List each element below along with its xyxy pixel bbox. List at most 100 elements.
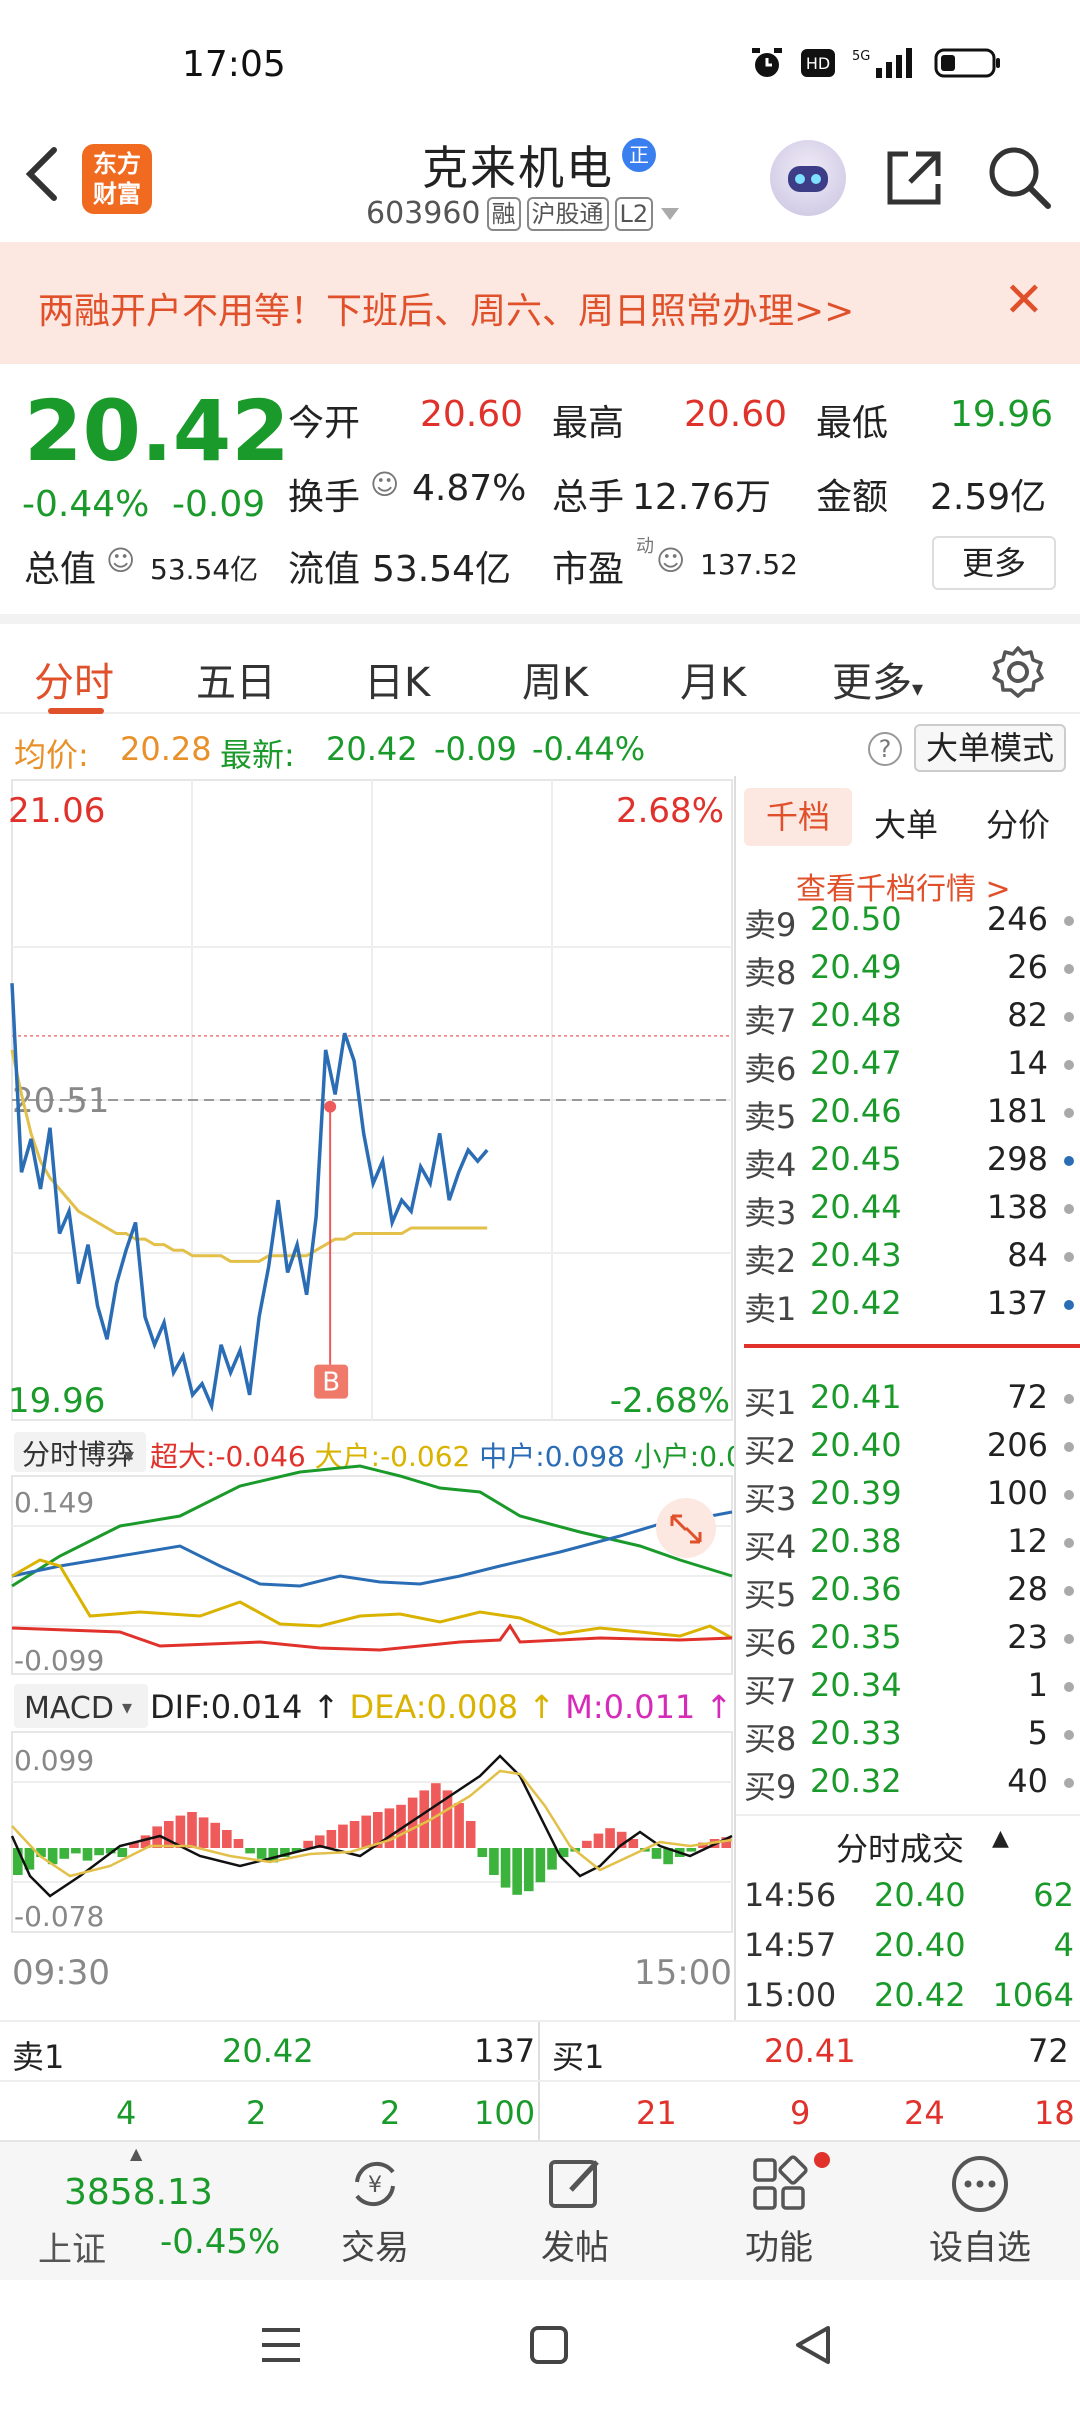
bid-price: 20.41	[810, 1378, 902, 1416]
macd-bar	[187, 1812, 197, 1848]
tab-big-order[interactable]: 大单	[874, 800, 938, 846]
macd-bar	[477, 1848, 488, 1857]
nav-trade[interactable]: ¥ 交易	[320, 2152, 430, 2272]
amount-label: 金额	[816, 477, 889, 518]
sell1-label: 卖1	[12, 2038, 65, 2076]
back-triangle-icon[interactable]	[790, 2322, 836, 2368]
ask-row[interactable]: 卖1 20.42 137	[744, 1284, 1074, 1332]
search-icon[interactable]	[986, 144, 1052, 210]
info-icon[interactable]: ☺	[370, 468, 399, 501]
bid-row[interactable]: 买4 20.38 12	[744, 1522, 1074, 1570]
back-button[interactable]	[22, 144, 62, 215]
ask-level: 卖9	[744, 906, 797, 944]
macd-dif-value: 0.014	[211, 1688, 303, 1726]
x-start-label: 09:30	[12, 1953, 110, 1993]
trades-expand-icon: ▲	[992, 1826, 1009, 1851]
bid-level: 买4	[744, 1528, 797, 1566]
bid-row[interactable]: 买5 20.36 28	[744, 1570, 1074, 1618]
share-icon[interactable]	[882, 146, 946, 210]
more-button[interactable]: 更多	[932, 536, 1056, 590]
queue-dot-icon	[1064, 1156, 1074, 1166]
trades-header[interactable]: 分时成交 ▲	[736, 1814, 1080, 1870]
ask-volume: 137	[986, 1284, 1048, 1322]
buy-queue-2: 9	[790, 2094, 811, 2132]
fund-legend-4-value: 0.010	[699, 1440, 734, 1473]
close-icon[interactable]: ✕	[1004, 272, 1044, 328]
ask-row[interactable]: 卖5 20.46 181	[744, 1092, 1074, 1140]
nav-functions[interactable]: 功能	[724, 2152, 834, 2272]
nav-post[interactable]: 发帖	[520, 2152, 630, 2272]
bid-row[interactable]: 买2 20.40 206	[744, 1426, 1074, 1474]
menu-icon[interactable]	[258, 2322, 304, 2368]
ask-level: 卖2	[744, 1242, 797, 1280]
ask-row[interactable]: 卖9 20.50 246	[744, 900, 1074, 948]
nav-add-watchlist[interactable]: 设自选	[920, 2152, 1040, 2272]
info-icon[interactable]: ☺	[656, 544, 685, 577]
open-label: 今开	[288, 403, 361, 444]
trade-price: 20.42	[874, 1976, 966, 2014]
tab-intraday[interactable]: 分时	[34, 650, 114, 708]
ask-price: 20.43	[810, 1236, 902, 1274]
tab-daily-k[interactable]: 日K	[364, 650, 430, 708]
tab-orderbook[interactable]: 千档	[744, 788, 852, 846]
logo-text-2: 财富	[93, 180, 141, 208]
ask-volume: 14	[1007, 1044, 1048, 1082]
ask-row[interactable]: 卖4 20.45 298	[744, 1140, 1074, 1188]
ask-row[interactable]: 卖8 20.49 26	[744, 948, 1074, 996]
intraday-chart[interactable]: 21.06 2.68% 19.96 -2.68% 20.51 B 分时博弈 ▾ …	[0, 776, 779, 2020]
tag-margin: 融	[486, 196, 521, 231]
ask-row[interactable]: 卖6 20.47 14	[744, 1044, 1074, 1092]
ask-row[interactable]: 卖7 20.48 82	[744, 996, 1074, 1044]
ask-volume: 246	[986, 900, 1048, 938]
bid-row[interactable]: 买6 20.35 23	[744, 1618, 1074, 1666]
bid-row[interactable]: 买7 20.34 1	[744, 1666, 1074, 1714]
bid-row[interactable]: 买8 20.33 5	[744, 1714, 1074, 1762]
queue-dot-icon	[1064, 1252, 1074, 1262]
bid-row[interactable]: 买1 20.41 72	[744, 1378, 1074, 1426]
tab-monthly-k[interactable]: 月K	[680, 650, 746, 708]
avg-info-row: 均价: 20.28 最新: 20.42 -0.09 -0.44% ? 大单模式	[0, 722, 1080, 776]
tag-connect: 沪股通	[526, 196, 609, 231]
bid-volume: 28	[1007, 1570, 1048, 1608]
info-icon[interactable]: ☺	[106, 544, 135, 577]
macd-bar	[489, 1848, 499, 1875]
queue-dot-icon	[1064, 1490, 1074, 1500]
stock-code-row[interactable]: 603960 融 沪股通 L2	[366, 196, 681, 231]
macd-bar	[198, 1817, 209, 1848]
tab-five-day[interactable]: 五日	[196, 650, 276, 708]
eastmoney-logo[interactable]: 东方 财富	[82, 144, 152, 214]
tab-weekly-k[interactable]: 周K	[522, 650, 588, 708]
level1-quote-bar: 卖1 20.42 137 买1 20.41 72 4 2 2 100 21 9 …	[0, 2020, 1080, 2142]
nav-functions-label: 功能	[745, 2228, 813, 2268]
ask-row[interactable]: 卖3 20.44 138	[744, 1188, 1074, 1236]
fund-dropdown-icon: ▾	[124, 1443, 134, 1467]
trade-time: 14:57	[744, 1926, 837, 1964]
ask-row[interactable]: 卖2 20.43 84	[744, 1236, 1074, 1284]
home-icon[interactable]	[526, 2322, 572, 2368]
index-quote[interactable]: ▲ 3858.13 上证 -0.45%	[0, 2142, 280, 2282]
big-order-mode-button[interactable]: 大单模式	[914, 724, 1067, 772]
trade-row: 15:00 20.42 1064	[744, 1976, 1074, 2024]
sell-queue-4: 100	[474, 2094, 536, 2132]
sell1-volume: 137	[474, 2032, 536, 2070]
last-pct: -0.44%	[532, 730, 646, 768]
promo-banner[interactable]: 两融开户不用等！下班后、周六、周日照常办理>> ✕	[0, 242, 1080, 364]
tab-price-dist[interactable]: 分价	[986, 800, 1050, 846]
ask-price: 20.50	[810, 900, 902, 938]
chart-svg[interactable]: 21.06 2.68% 19.96 -2.68% 20.51 B 分时博弈 ▾ …	[0, 776, 779, 2020]
bid-volume: 206	[986, 1426, 1048, 1464]
tab-more[interactable]: 更多▾	[832, 650, 923, 708]
help-icon[interactable]: ?	[868, 732, 902, 766]
bid-row[interactable]: 买3 20.39 100	[744, 1474, 1074, 1522]
bid-row[interactable]: 买9 20.32 40	[744, 1762, 1074, 1810]
macd-bar	[326, 1830, 337, 1848]
ai-assistant-icon[interactable]	[770, 140, 846, 216]
status-time: 17:05	[182, 44, 286, 85]
settings-gear-icon[interactable]	[990, 644, 1046, 700]
edit-icon	[549, 2160, 599, 2208]
dropdown-triangle-icon	[661, 207, 680, 220]
mktcap-label: 总值	[24, 549, 97, 590]
index-value: 3858.13	[64, 2172, 213, 2213]
bid-level: 买1	[744, 1384, 797, 1422]
ask-volume: 138	[986, 1188, 1048, 1226]
